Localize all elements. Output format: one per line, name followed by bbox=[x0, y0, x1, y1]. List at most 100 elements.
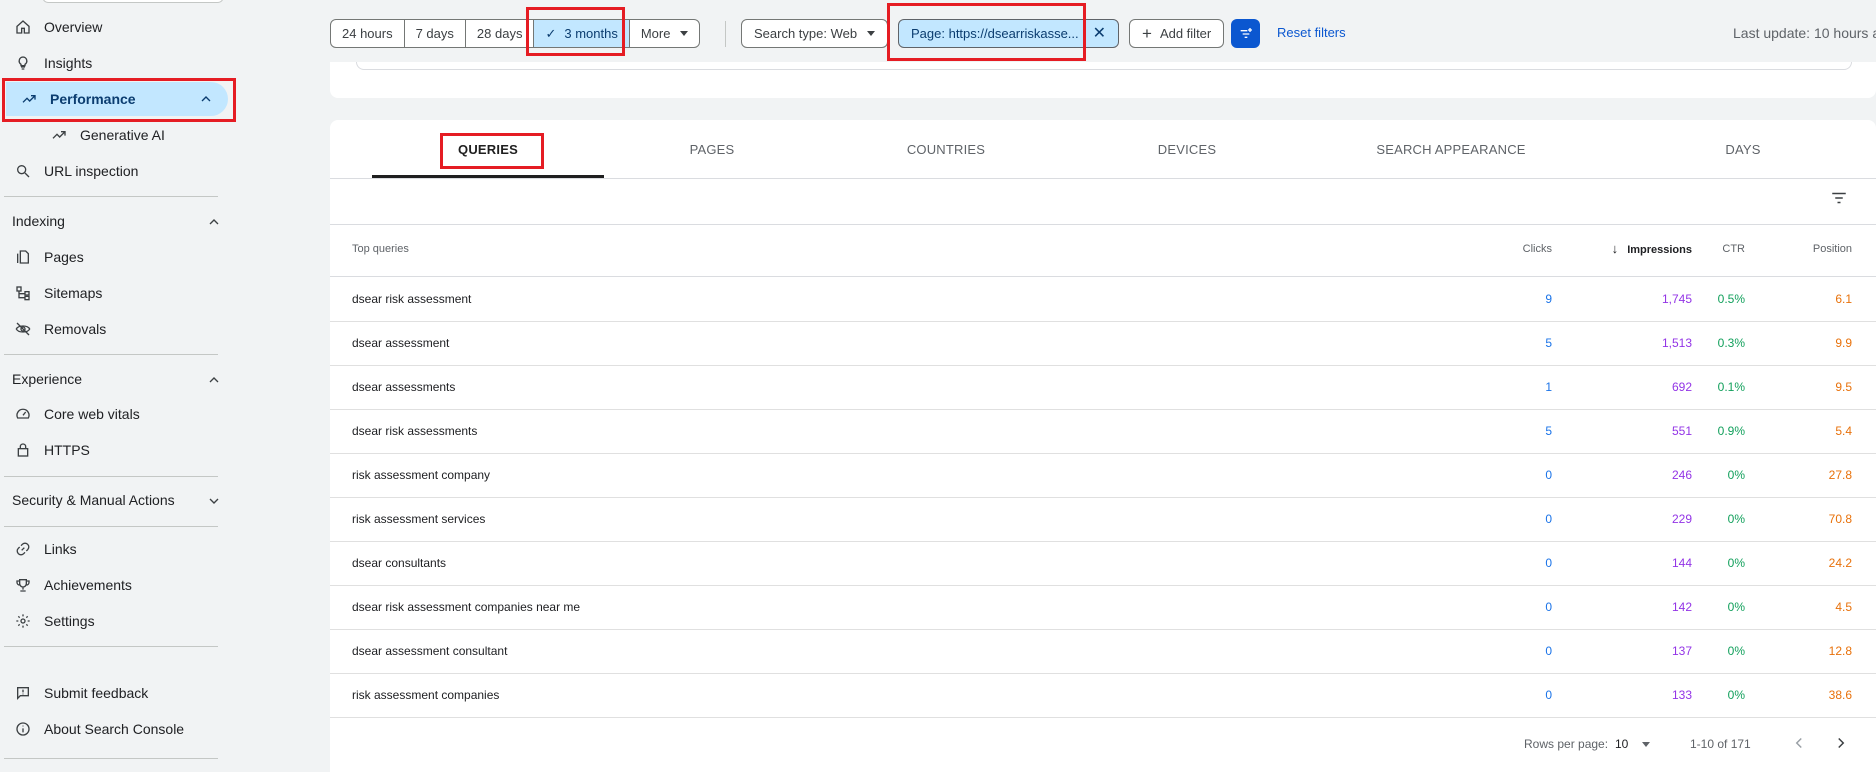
cell-ctr: 0% bbox=[1727, 600, 1745, 614]
sidebar-item-insights[interactable]: Insights bbox=[0, 46, 228, 80]
chevron-down-icon bbox=[209, 498, 219, 504]
cell-clicks: 0 bbox=[1545, 688, 1552, 702]
column-header-position[interactable]: Position bbox=[1772, 243, 1852, 255]
column-header-query: Top queries bbox=[352, 243, 409, 255]
sidebar-item-label: Core web vitals bbox=[44, 406, 140, 422]
rows-per-page-value: 10 bbox=[1615, 737, 1629, 751]
tab-queries[interactable]: QUERIES bbox=[372, 120, 604, 178]
sidebar-item-about[interactable]: About Search Console bbox=[0, 712, 228, 746]
date-option-more[interactable]: More bbox=[630, 20, 700, 47]
tab-days[interactable]: DAYS bbox=[1627, 120, 1859, 178]
cell-ctr: 0% bbox=[1727, 644, 1745, 658]
sidebar-item-sitemaps[interactable]: Sitemaps bbox=[0, 276, 228, 310]
rows-per-page-label: Rows per page: bbox=[1524, 737, 1609, 751]
column-header-ctr[interactable]: CTR bbox=[1665, 243, 1745, 255]
table-row[interactable]: risk assessment companies 0 133 0% 38.6 bbox=[330, 674, 1876, 718]
table-row[interactable]: risk assessment services 0 229 0% 70.8 bbox=[330, 498, 1876, 542]
table-row[interactable]: dsear assessment consultant 0 137 0% 12.8 bbox=[330, 630, 1876, 674]
table-row[interactable]: risk assessment company 0 246 0% 27.8 bbox=[330, 454, 1876, 498]
cell-impressions: 229 bbox=[1671, 512, 1692, 526]
date-option-7-days[interactable]: 7 days bbox=[405, 20, 466, 47]
sidebar-item-overview[interactable]: Overview bbox=[0, 10, 228, 44]
link-icon bbox=[12, 538, 34, 560]
tab-pages[interactable]: PAGES bbox=[596, 120, 828, 178]
cell-clicks: 1 bbox=[1545, 380, 1552, 394]
home-icon bbox=[12, 16, 34, 38]
sidebar-item-links[interactable]: Links bbox=[0, 532, 228, 566]
cell-position: 24.2 bbox=[1828, 556, 1852, 570]
eye-off-icon bbox=[12, 318, 34, 340]
divider bbox=[330, 178, 1876, 179]
cell-query: dsear assessment bbox=[352, 336, 450, 350]
sidebar-item-submit-feedback[interactable]: Submit feedback bbox=[0, 676, 228, 710]
filter-rows-icon[interactable] bbox=[1830, 189, 1848, 207]
cell-impressions: 551 bbox=[1671, 424, 1692, 438]
cell-clicks: 0 bbox=[1545, 644, 1552, 658]
cell-position: 5.4 bbox=[1835, 424, 1852, 438]
tab-search-appearance[interactable]: SEARCH APPEARANCE bbox=[1335, 120, 1567, 178]
date-option-label: 3 months bbox=[564, 26, 618, 41]
sidebar-item-core-web-vitals[interactable]: Core web vitals bbox=[0, 397, 228, 431]
sidebar-item-label: Submit feedback bbox=[44, 685, 149, 701]
cell-ctr: 0.5% bbox=[1717, 292, 1745, 306]
reset-filters-link[interactable]: Reset filters bbox=[1277, 25, 1346, 40]
section-security[interactable]: Security & Manual Actions bbox=[12, 492, 219, 508]
sidebar-item-url-inspection[interactable]: URL inspection bbox=[0, 154, 228, 188]
check-icon: ✓ bbox=[545, 25, 557, 41]
tab-devices[interactable]: DEVICES bbox=[1071, 120, 1303, 178]
section-experience[interactable]: Experience bbox=[12, 371, 219, 387]
table-row[interactable]: dsear risk assessment 9 1,745 0.5% 6.1 bbox=[330, 278, 1876, 322]
cell-ctr: 0% bbox=[1727, 512, 1745, 526]
cell-clicks: 0 bbox=[1545, 512, 1552, 526]
card-inner-border bbox=[356, 62, 1852, 70]
table-row[interactable]: dsear assessments 1 692 0.1% 9.5 bbox=[330, 366, 1876, 410]
sidebar-item-pages[interactable]: Pages bbox=[0, 240, 228, 274]
cell-position: 38.6 bbox=[1828, 688, 1852, 702]
close-icon[interactable]: ✕ bbox=[1093, 25, 1106, 42]
sidebar-item-label: Pages bbox=[44, 249, 84, 265]
rows-per-page-select[interactable]: 10 bbox=[1615, 733, 1659, 755]
search-type-chip[interactable]: Search type: Web bbox=[741, 19, 889, 48]
sidebar-item-removals[interactable]: Removals bbox=[0, 312, 228, 346]
sidebar-item-label: Generative AI bbox=[80, 127, 165, 143]
sidebar-item-https[interactable]: HTTPS bbox=[0, 433, 228, 467]
date-option-24-hours[interactable]: 24 hours bbox=[331, 20, 405, 47]
caret-down-icon bbox=[1642, 741, 1651, 747]
chevron-up-icon bbox=[201, 96, 211, 102]
trophy-icon bbox=[12, 574, 34, 596]
last-update-text: Last update: 10 hours ago bbox=[1733, 25, 1876, 41]
trending-up-icon bbox=[48, 124, 70, 146]
cell-position: 4.5 bbox=[1835, 600, 1852, 614]
add-filter-button[interactable]: + Add filter bbox=[1129, 19, 1225, 48]
feedback-icon bbox=[12, 682, 34, 704]
sidebar-item-performance[interactable]: Performance bbox=[6, 82, 228, 116]
filter-settings-button[interactable] bbox=[1231, 19, 1260, 48]
date-option-3-months[interactable]: ✓ 3 months bbox=[534, 20, 630, 47]
cell-position: 6.1 bbox=[1835, 292, 1852, 306]
more-label: More bbox=[640, 26, 671, 41]
search-icon bbox=[12, 160, 34, 182]
sidebar-item-label: Sitemaps bbox=[44, 285, 103, 301]
sidebar-item-label: Settings bbox=[44, 613, 95, 629]
sidebar-item-label: Overview bbox=[44, 19, 103, 35]
divider bbox=[4, 354, 218, 355]
sidebar-item-generative-ai[interactable]: Generative AI bbox=[0, 118, 228, 152]
section-indexing[interactable]: Indexing bbox=[12, 213, 219, 229]
caret-down-icon bbox=[680, 31, 689, 36]
sidebar-item-achievements[interactable]: Achievements bbox=[0, 568, 228, 602]
cell-position: 70.8 bbox=[1828, 512, 1852, 526]
column-header-clicks[interactable]: Clicks bbox=[1472, 243, 1552, 255]
table-row[interactable]: dsear risk assessments 5 551 0.9% 5.4 bbox=[330, 410, 1876, 454]
date-option-28-days[interactable]: 28 days bbox=[466, 20, 535, 47]
sidebar-item-settings[interactable]: Settings bbox=[0, 604, 228, 638]
divider bbox=[4, 758, 218, 759]
table-row[interactable]: dsear assessment 5 1,513 0.3% 9.9 bbox=[330, 322, 1876, 366]
table-row[interactable]: dsear risk assessment companies near me 0… bbox=[330, 586, 1876, 630]
tab-countries[interactable]: COUNTRIES bbox=[830, 120, 1062, 178]
chevron-right-icon[interactable] bbox=[1832, 734, 1850, 752]
table-row[interactable]: dsear consultants 0 144 0% 24.2 bbox=[330, 542, 1876, 586]
cell-clicks: 5 bbox=[1545, 336, 1552, 350]
page-filter-chip[interactable]: Page: https://dsearriskasse... ✕ bbox=[898, 19, 1120, 48]
chevron-left-icon[interactable] bbox=[1790, 734, 1808, 752]
divider bbox=[725, 21, 726, 47]
